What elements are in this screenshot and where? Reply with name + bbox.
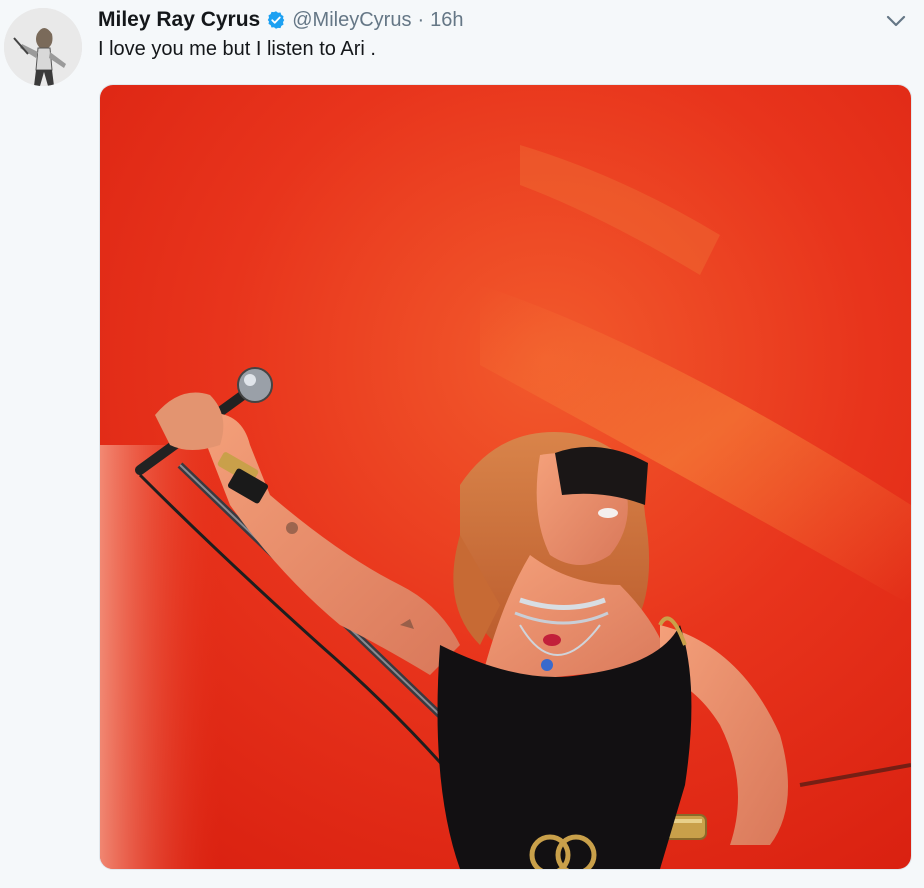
display-name[interactable]: Miley Ray Cyrus: [98, 8, 260, 32]
tweet-text: I love you me but I listen to Ari .: [98, 38, 376, 60]
chevron-down-icon[interactable]: [886, 14, 906, 28]
verified-badge-icon: [266, 10, 286, 30]
tweet-photo[interactable]: [99, 84, 912, 870]
tweet-card[interactable]: Miley Ray Cyrus @MileyCyrus · 16h I love…: [0, 0, 924, 888]
user-handle[interactable]: @MileyCyrus: [292, 9, 411, 32]
tweet-header: Miley Ray Cyrus @MileyCyrus · 16h: [98, 6, 464, 34]
profile-avatar[interactable]: [4, 8, 82, 86]
tweet-timestamp[interactable]: 16h: [430, 9, 463, 32]
separator-dot: ·: [417, 8, 425, 31]
